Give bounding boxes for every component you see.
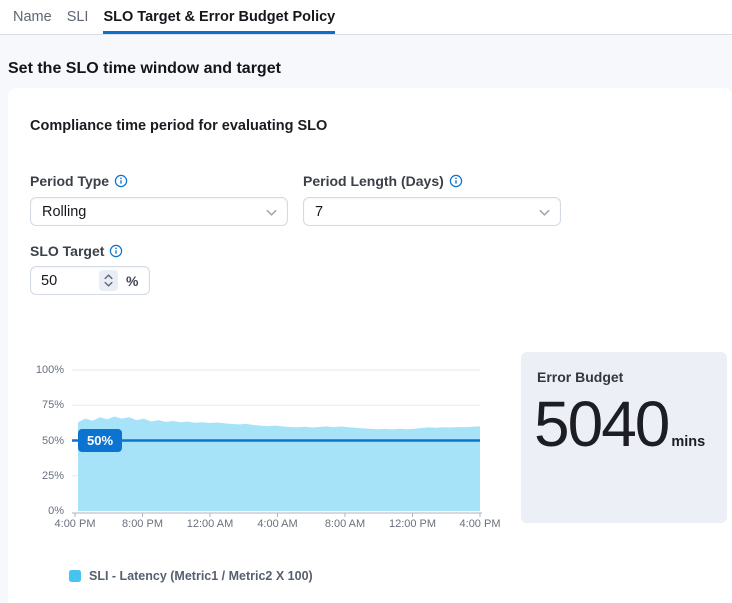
compliance-section-heading: Compliance time period for evaluating SL…: [30, 116, 327, 136]
chevron-down-icon: [537, 205, 552, 224]
period-type-value: Rolling: [42, 204, 86, 220]
tab-bar: Name SLI SLO Target & Error Budget Polic…: [0, 0, 732, 35]
y-axis-tick-label: 50%: [26, 434, 64, 448]
chevron-down-icon: [264, 205, 279, 224]
page-title: Set the SLO time window and target: [8, 59, 281, 79]
slo-target-input[interactable]: [31, 273, 99, 289]
y-axis-tick-label: 25%: [26, 469, 64, 483]
percent-unit-label: %: [126, 273, 138, 289]
slo-threshold-badge: 50%: [78, 429, 122, 452]
x-axis-tick-label: 4:00 AM: [246, 517, 310, 531]
period-length-value: 7: [315, 204, 323, 220]
chevron-up-icon: [104, 274, 113, 280]
legend-item-sli-latency[interactable]: SLI - Latency (Metric1 / Metric2 X 100): [69, 568, 313, 584]
error-budget-title: Error Budget: [537, 369, 623, 385]
slo-target-label: SLO Target: [30, 242, 123, 260]
slo-editor-page: Name SLI SLO Target & Error Budget Polic…: [0, 0, 732, 603]
y-axis-tick-label: 75%: [26, 398, 64, 412]
x-axis-tick-label: 4:00 PM: [43, 517, 107, 531]
x-axis-tick-label: 8:00 PM: [111, 517, 175, 531]
error-budget-value-row: 5040 mins: [534, 388, 705, 462]
period-type-select[interactable]: Rolling: [30, 197, 288, 226]
chart-plot-area: [72, 362, 484, 520]
tab-name[interactable]: Name: [13, 0, 52, 34]
number-stepper[interactable]: [99, 270, 118, 291]
x-axis-tick-label: 12:00 PM: [381, 517, 445, 531]
x-axis-tick-label: 4:00 PM: [448, 517, 512, 531]
info-icon[interactable]: [109, 244, 123, 258]
y-axis-tick-label: 0%: [26, 504, 64, 518]
slo-target-input-group: %: [30, 266, 150, 295]
period-length-label-text: Period Length (Days): [303, 172, 444, 190]
slo-target-label-text: SLO Target: [30, 242, 104, 260]
info-icon[interactable]: [449, 174, 463, 188]
error-budget-panel: Error Budget 5040 mins: [521, 352, 727, 523]
tab-slo-target-error-budget[interactable]: SLO Target & Error Budget Policy: [103, 0, 335, 34]
period-type-label: Period Type: [30, 172, 128, 190]
tab-sli[interactable]: SLI: [67, 0, 89, 34]
error-budget-unit: mins: [671, 434, 705, 450]
error-budget-value: 5040: [534, 388, 668, 462]
sli-preview-chart: 50% 100% 75% 50% 25% 0%4:00 PM 8:00 PM12:00 A…: [26, 358, 486, 536]
period-length-select[interactable]: 7: [303, 197, 561, 226]
chevron-down-icon: [104, 281, 113, 287]
period-type-label-text: Period Type: [30, 172, 109, 190]
legend-swatch: [69, 570, 81, 582]
y-axis-tick-label: 100%: [26, 363, 64, 377]
legend-label: SLI - Latency (Metric1 / Metric2 X 100): [89, 568, 313, 584]
x-axis-tick-label: 8:00 AM: [313, 517, 377, 531]
period-length-label: Period Length (Days): [303, 172, 463, 190]
x-axis-tick-label: 12:00 AM: [178, 517, 242, 531]
info-icon[interactable]: [114, 174, 128, 188]
